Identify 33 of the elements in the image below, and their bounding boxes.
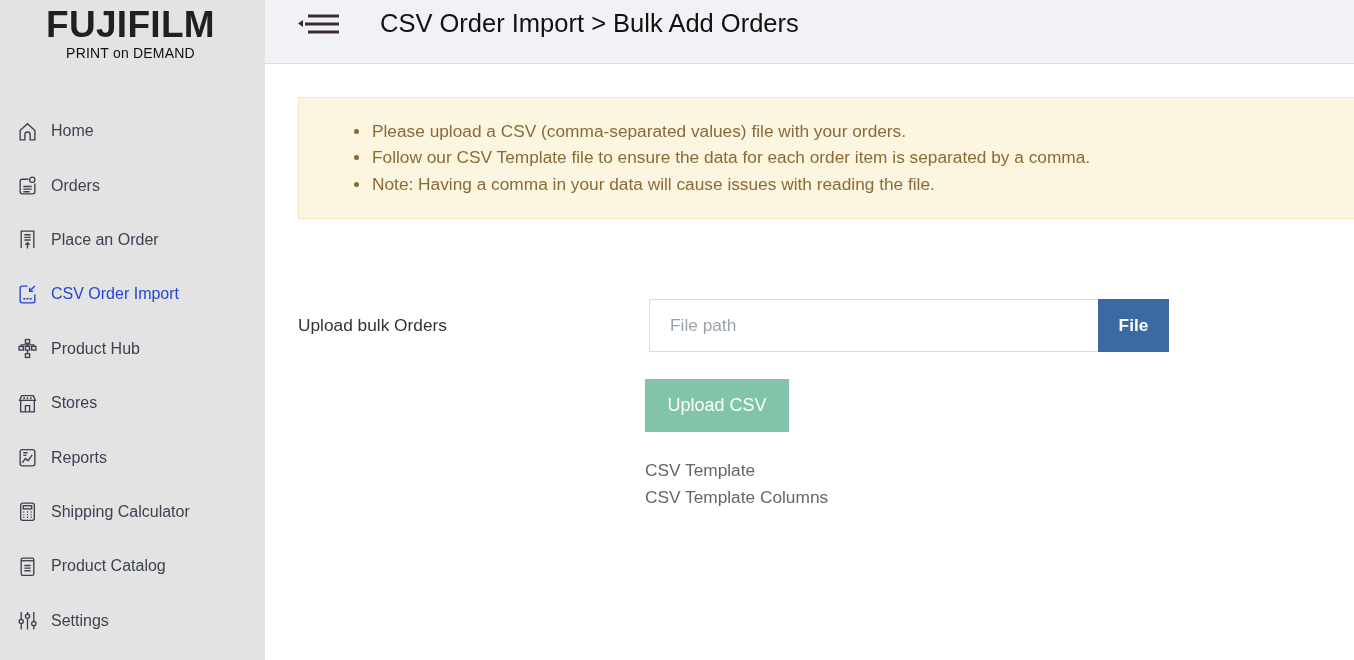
sidebar-item[interactable]: Product Catalog [0, 539, 265, 594]
sidebar-item[interactable]: Orders [0, 158, 265, 213]
template-link[interactable]: CSV Template [645, 456, 756, 484]
sidebar-item[interactable]: Shipping Calculator [0, 484, 265, 540]
sidebar-item[interactable]: Home [0, 104, 265, 159]
calculator-icon [17, 501, 38, 523]
chart-document-icon [17, 447, 38, 469]
sidebar-item[interactable]: CSV Order Import [0, 267, 265, 322]
csv-file-icon [17, 283, 38, 305]
template-link[interactable]: CSV Template Columns [645, 483, 829, 511]
logo-tagline: PRINT on DEMAND [66, 45, 195, 61]
bullet-icon [354, 155, 359, 161]
notice-text: Please upload a CSV (comma-separated values) file with your orders. [372, 120, 907, 142]
notice-text: Note: Having a comma in your data will cause issues with reading the file. [372, 173, 935, 195]
storefront-icon [17, 392, 38, 414]
sidebar-item[interactable]: Place an Order [0, 212, 265, 268]
notice-text: Follow our CSV Template file to ensure the data for each order item is separated by a comma. [372, 147, 1091, 169]
sitemap-icon [17, 338, 38, 360]
sidebar-item[interactable]: Reports [0, 430, 265, 485]
file-button[interactable]: File [1098, 298, 1169, 352]
home-icon [17, 120, 38, 142]
menu-icon[interactable] [298, 14, 340, 34]
sidebar-item[interactable]: Settings [0, 593, 265, 648]
bullet-icon [354, 128, 359, 134]
logo-brand: FUJIFILM [46, 6, 215, 43]
bullet-icon [354, 181, 359, 187]
sidebar-item[interactable]: Stores [0, 375, 265, 431]
sliders-icon [17, 610, 38, 632]
clipboard-icon [17, 175, 38, 197]
sidebar-item[interactable]: Product Hub [0, 321, 265, 376]
file-path-field[interactable]: File path [649, 298, 1098, 352]
page-title: CSV Order Import > Bulk Add Orders [380, 8, 799, 38]
upload-label: Upload bulk Orders [298, 313, 448, 337]
